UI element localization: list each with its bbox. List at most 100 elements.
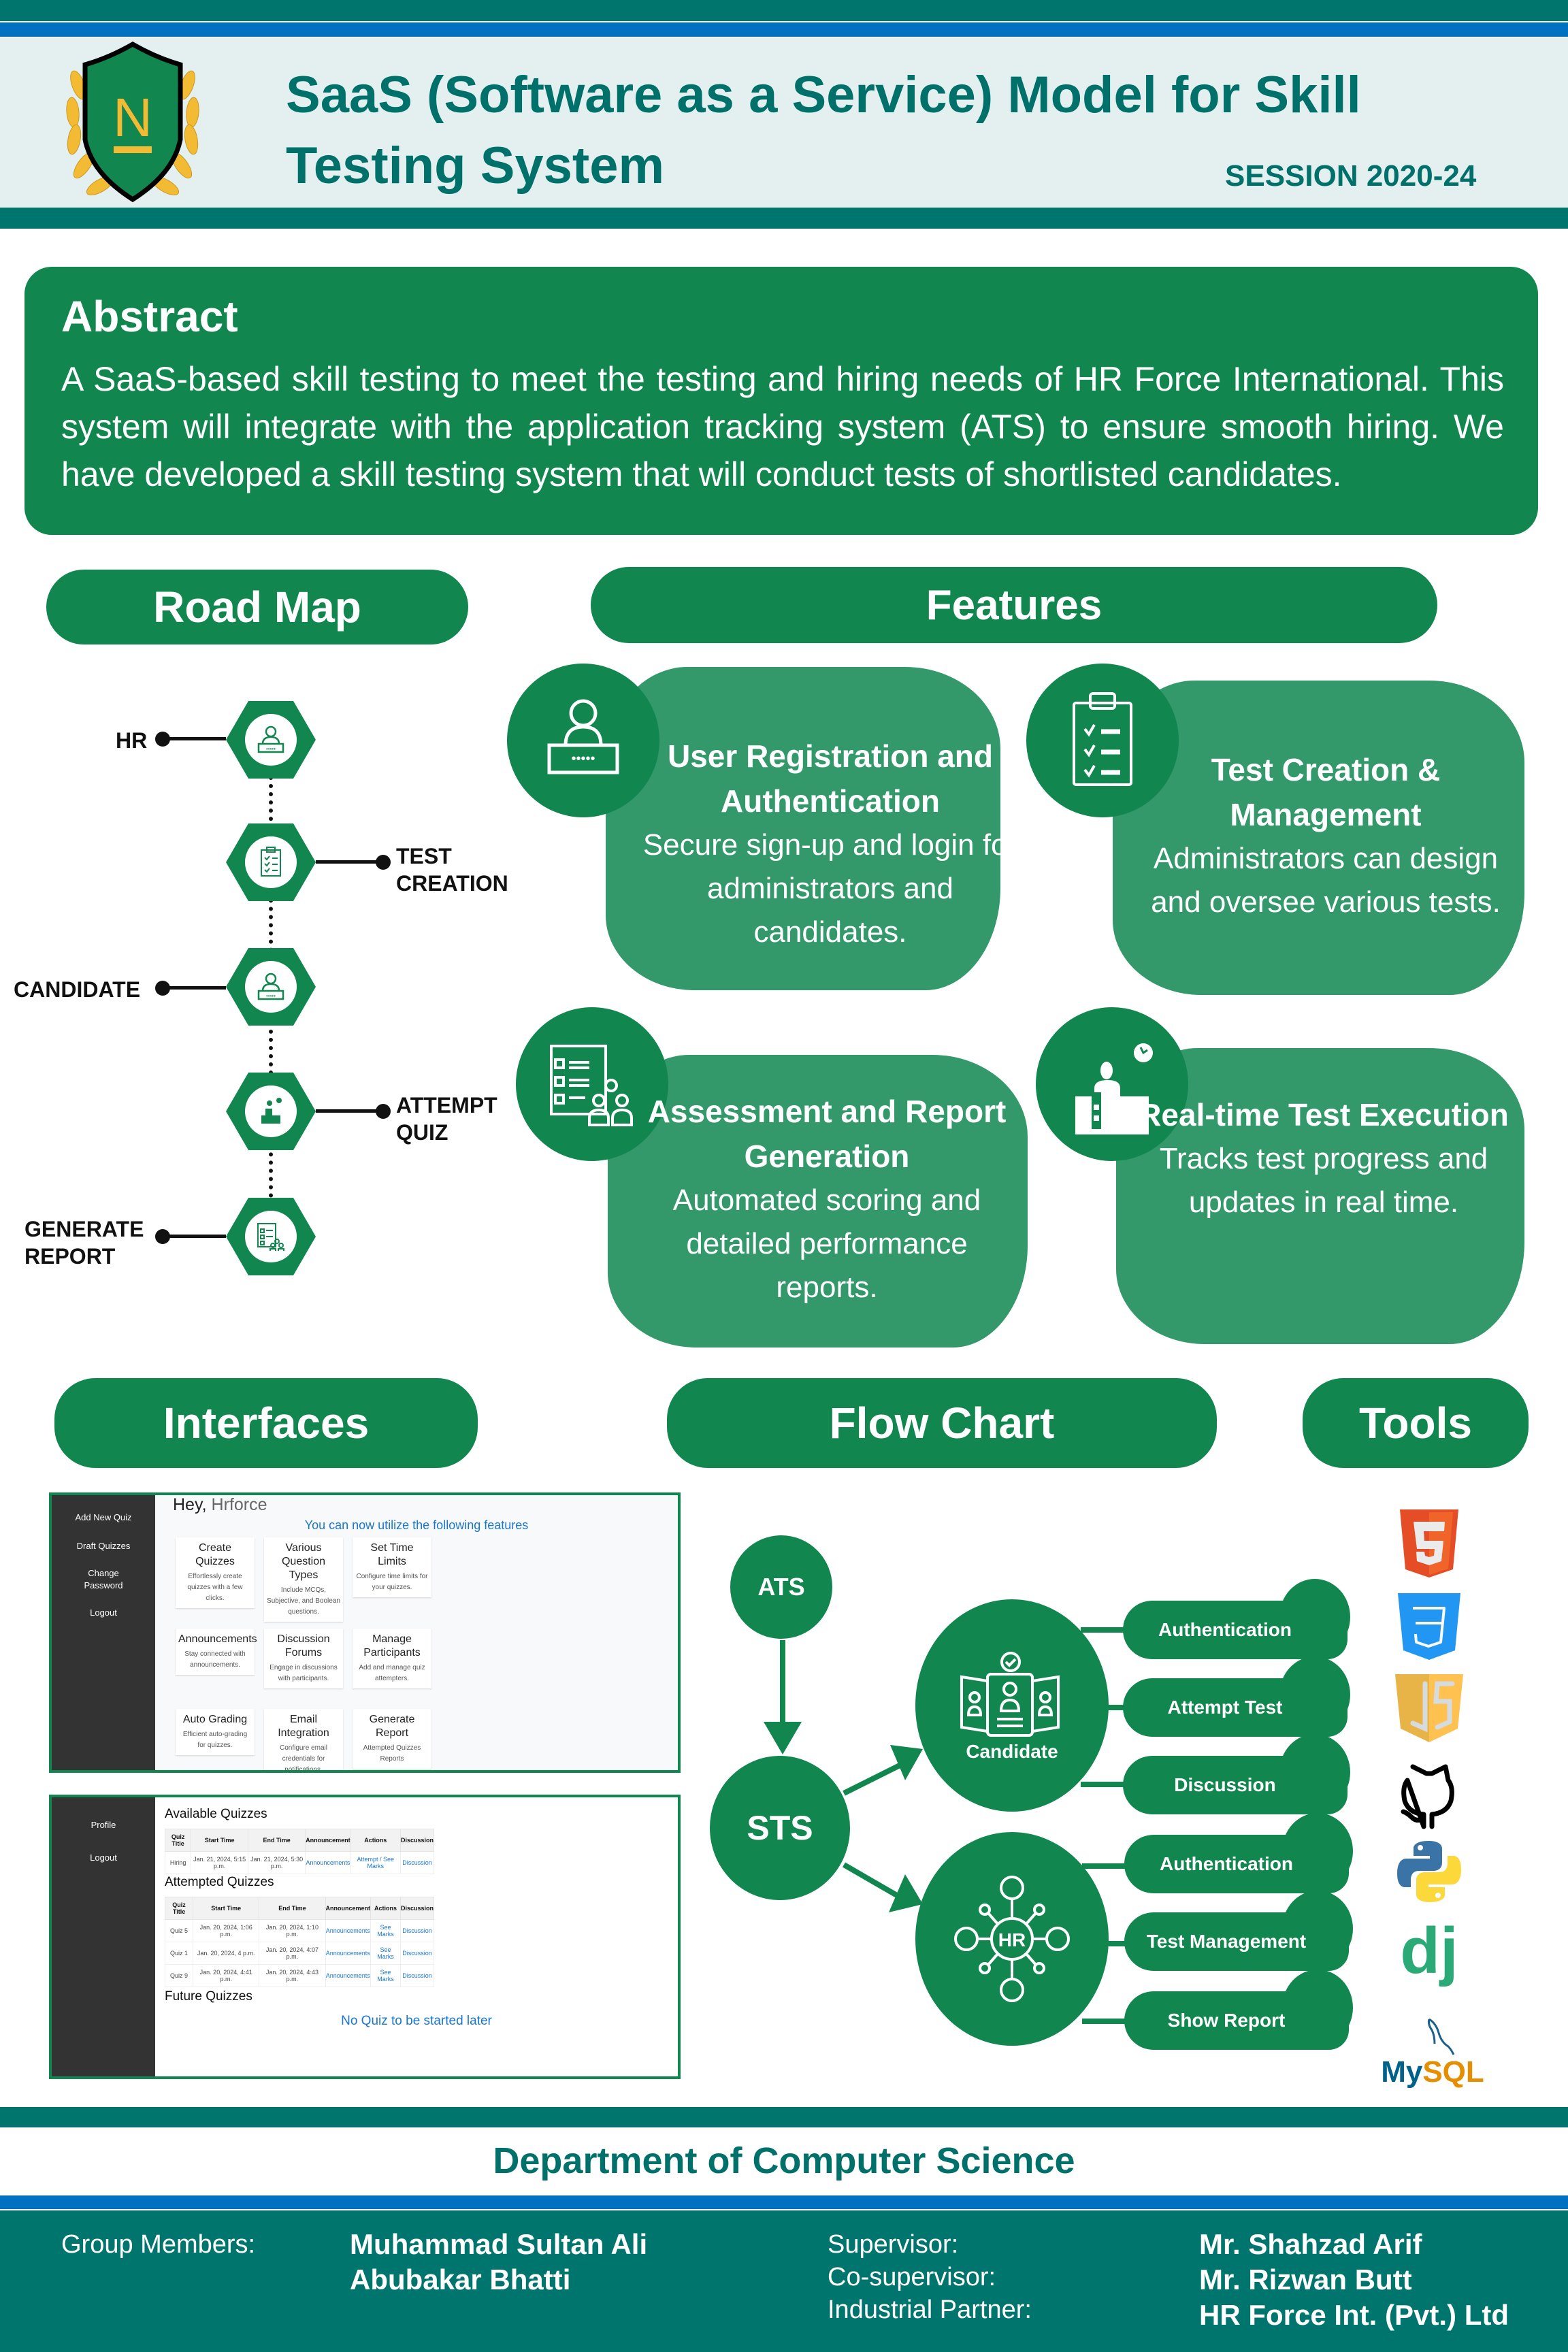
feature-card[interactable]: Create Quizzes Effortlessly create quizze…: [176, 1537, 255, 1608]
abstract-text: A SaaS-based skill testing to meet the t…: [61, 360, 1504, 493]
sidebar-item-logout[interactable]: Logout: [52, 1607, 155, 1619]
roadmap-label-test-creation: TEST CREATION: [396, 844, 508, 896]
table-link[interactable]: Announcements: [305, 1851, 351, 1874]
django-icon: dj: [1400, 1914, 1458, 1987]
column-header: Discussion: [399, 1897, 435, 1920]
column-header: End Time: [259, 1897, 326, 1920]
svg-text:N: N: [113, 87, 152, 148]
javascript-icon: [1388, 1674, 1470, 1742]
table-link[interactable]: Attempt / See Marks: [350, 1851, 401, 1874]
flow-action-hr-authentication: Authentication: [1124, 1835, 1349, 1893]
member-name: Abubakar Bhatti: [350, 2264, 571, 2296]
header-top-stripe: [0, 0, 1568, 21]
feature-card[interactable]: Discussion Forums Engage in discussions w…: [264, 1629, 343, 1688]
feature-card[interactable]: Email Integration Configure email credent…: [264, 1709, 343, 1770]
laurel-shield-icon: N: [66, 41, 199, 203]
svg-text:HR: HR: [998, 1929, 1026, 1950]
feature-icon-circle: •••••: [507, 664, 659, 817]
feature-text: User Registration and Authentication Sec…: [640, 734, 1021, 954]
header-bottom-stripe: [0, 208, 1568, 229]
co-supervisor-name: Mr. Rizwan Butt: [1199, 2264, 1412, 2296]
hr-network-icon: HR: [954, 1876, 1070, 2002]
candidate-dashboard: Available Quizzes Quiz Title Start Time En…: [155, 1797, 678, 2076]
table-link[interactable]: Discussion: [399, 1964, 435, 1987]
table-link[interactable]: Announcements: [325, 1942, 372, 1965]
python-icon: [1388, 1838, 1470, 1906]
feature-text: Assessment and Report Generation Automat…: [636, 1089, 1017, 1309]
sidebar-item-profile[interactable]: Profile: [52, 1819, 155, 1831]
tools-heading: Tools: [1303, 1378, 1529, 1468]
flow-node-hr: HR: [915, 1832, 1109, 2046]
industrial-partner-name: HR Force Int. (Pvt.) Ltd: [1199, 2299, 1509, 2331]
report-group-icon: [550, 1045, 633, 1126]
table-cell: Hiring: [164, 1851, 192, 1874]
feature-card[interactable]: Set Time Limits Configure time limits for…: [353, 1537, 431, 1597]
supervisor-name: Mr. Shahzad Arif: [1199, 2228, 1422, 2260]
user-login-icon: •••••: [257, 725, 284, 753]
interface-screenshot-admin: Add New Quiz Draft Quizzes Change Passwo…: [49, 1492, 681, 1773]
table-link[interactable]: See Marks: [370, 1919, 401, 1942]
column-header: Announcement: [305, 1829, 351, 1852]
feature-card[interactable]: Manage Participants Add and manage quiz a…: [353, 1629, 431, 1688]
table-link[interactable]: Discussion: [399, 1942, 435, 1965]
svg-text:•••••: •••••: [266, 746, 276, 752]
roadmap-dot: [376, 1104, 391, 1119]
table-cell: Jan. 20, 2024, 1:10 p.m.: [259, 1919, 326, 1942]
feature-description: Automated scoring and detailed performan…: [672, 1183, 981, 1304]
table-link[interactable]: Discussion: [399, 1851, 435, 1874]
column-header: Actions: [350, 1829, 401, 1852]
candidate-sidebar: Profile Logout: [52, 1797, 155, 2076]
group-members-label: Group Members:: [61, 2230, 256, 2259]
roadmap-label-generate-report: GENERATE REPORT: [24, 1217, 144, 1269]
abstract-panel: Abstract A SaaS-based skill testing to m…: [24, 267, 1538, 535]
flow-node-sts: STS: [710, 1756, 850, 1900]
table-cell: Jan. 21, 2024, 5:30 p.m.: [248, 1851, 306, 1874]
abstract-heading: Abstract: [61, 292, 238, 341]
table-link[interactable]: See Marks: [370, 1964, 401, 1987]
feature-card[interactable]: Various Question Types Include MCQs, Subj…: [264, 1537, 343, 1622]
report-group-icon: [257, 1223, 284, 1251]
attempted-quizzes-title: Attempted Quizzes: [165, 1875, 274, 1889]
attempted-quizzes-table: Quiz Title Start Time End Time Announcement…: [164, 1897, 435, 1987]
mysql-icon: MySQL: [1361, 2014, 1504, 2089]
department-name: Department of Computer Science: [493, 2140, 1075, 2181]
person-at-desk-icon: [261, 1098, 282, 1124]
user-login-icon: •••••: [547, 699, 619, 774]
footer-top-stripe: [0, 2107, 1568, 2127]
table-row: Quiz 5 Jan. 20, 2024, 1:06 p.m. Jan. 20, 2…: [164, 1919, 435, 1942]
flow-action-show-report: Show Report: [1124, 1991, 1349, 2050]
roadmap-dot: [376, 855, 391, 870]
feature-text: Test Creation & Management Administrator…: [1135, 747, 1516, 924]
html5-icon: [1388, 1509, 1470, 1578]
table-link[interactable]: Announcements: [325, 1964, 372, 1987]
sidebar-item-change-password[interactable]: Change Password: [83, 1567, 124, 1592]
table-link[interactable]: See Marks: [370, 1942, 401, 1965]
table-row: Hiring Jan. 21, 2024, 5:15 p.m. Jan. 21, 2…: [164, 1851, 435, 1874]
sidebar-item-logout[interactable]: Logout: [52, 1852, 155, 1864]
column-header: Quiz Title: [164, 1829, 192, 1852]
flow-node-ats: ATS: [730, 1535, 832, 1639]
table-link[interactable]: Announcements: [325, 1919, 372, 1942]
clipboard-checklist-icon: [1073, 692, 1132, 786]
user-login-icon: •••••: [257, 973, 284, 1000]
table-cell: Jan. 20, 2024, 1:06 p.m.: [193, 1919, 260, 1942]
feature-card[interactable]: Generate Report Attempted Quizzes Reports: [353, 1709, 431, 1769]
sidebar-item-draft-quizzes[interactable]: Draft Quizzes: [52, 1540, 155, 1552]
feature-title: User Registration and Authentication: [668, 738, 993, 819]
sidebar-item-add-new-quiz[interactable]: Add New Quiz: [52, 1512, 155, 1524]
table-cell: Quiz 5: [164, 1919, 194, 1942]
feature-card[interactable]: Announcements Stay connected with announc…: [176, 1629, 257, 1675]
username: Hrforce: [211, 1495, 267, 1514]
table-link[interactable]: Discussion: [399, 1919, 435, 1942]
roadmap-line: [162, 737, 226, 740]
features-subtitle: You can now utilize the following featur…: [304, 1518, 529, 1532]
feature-description: Administrators can design and oversee va…: [1151, 842, 1501, 919]
feature-title: Assessment and Report Generation: [647, 1094, 1007, 1174]
roadmap-line: [162, 1235, 226, 1238]
column-header: End Time: [248, 1829, 306, 1852]
table-cell: Quiz 9: [164, 1964, 194, 1987]
feature-card[interactable]: Auto Grading Efficient auto-grading for q…: [176, 1709, 255, 1755]
svg-text:•••••: •••••: [266, 993, 276, 999]
session-label: SESSION 2020-24: [1225, 159, 1477, 193]
roadmap-label-attempt-quiz: ATTEMPT QUIZ: [396, 1093, 497, 1145]
